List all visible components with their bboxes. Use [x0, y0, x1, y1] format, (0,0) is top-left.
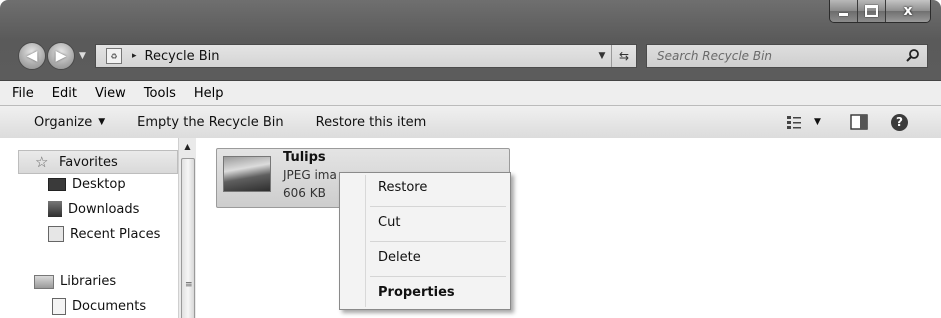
- preview-pane-icon: [850, 114, 868, 130]
- context-menu-properties[interactable]: Properties: [378, 285, 455, 300]
- documents-icon: [52, 298, 66, 315]
- context-menu-separator: [370, 206, 506, 207]
- desktop-icon: [48, 178, 66, 191]
- file-type: JPEG ima: [283, 168, 337, 182]
- star-icon: ☆: [35, 153, 49, 171]
- explorer-window: x ◀ ▶ ▼ ♻ ▸ Recycle Bin ▼ ⇆ File Edit Vi…: [0, 0, 941, 318]
- nav-item-downloads[interactable]: Downloads: [48, 201, 139, 217]
- context-menu-separator: [370, 241, 506, 242]
- organize-label: Organize: [34, 114, 93, 130]
- close-icon: x: [903, 3, 913, 19]
- nav-item-documents[interactable]: Documents: [52, 298, 146, 315]
- empty-recycle-bin-button[interactable]: Empty the Recycle Bin: [121, 115, 299, 130]
- menu-edit[interactable]: Edit: [43, 86, 86, 101]
- change-view-button[interactable]: ▼: [786, 113, 821, 131]
- close-button[interactable]: x: [886, 0, 930, 22]
- nav-pane-scrollbar[interactable]: ▲ ≡: [178, 138, 197, 318]
- views-icon: [787, 116, 801, 129]
- minimize-button[interactable]: [830, 0, 858, 22]
- back-button[interactable]: ◀: [18, 42, 46, 70]
- maximize-icon: [865, 5, 878, 17]
- address-bar[interactable]: ♻ ▸ Recycle Bin ▼ ⇆: [95, 44, 637, 68]
- nav-item-desktop[interactable]: Desktop: [48, 177, 126, 192]
- navigation-pane: ☆ Favorites Desktop Downloads Recent Pla…: [18, 138, 178, 318]
- preview-pane-button[interactable]: [850, 113, 868, 131]
- nav-label-desktop: Desktop: [72, 177, 126, 192]
- nav-item-recent-places[interactable]: Recent Places: [48, 226, 160, 242]
- nav-label-libraries: Libraries: [60, 274, 117, 289]
- nav-label-favorites: Favorites: [59, 154, 118, 170]
- nav-item-libraries[interactable]: Libraries: [34, 274, 116, 289]
- nav-label-recent-places: Recent Places: [70, 226, 161, 242]
- tulips-thumbnail: [223, 156, 271, 192]
- breadcrumb-recycle-bin[interactable]: Recycle Bin: [145, 49, 220, 64]
- file-size: 606 KB: [283, 186, 326, 200]
- empty-recycle-bin-label: Empty the Recycle Bin: [137, 114, 284, 130]
- refresh-icon: ⇆: [618, 49, 630, 63]
- help-icon: ?: [891, 113, 908, 131]
- chevron-down-icon: ▼: [814, 117, 821, 127]
- grip-icon: ≡: [185, 280, 193, 290]
- menu-view[interactable]: View: [86, 86, 135, 101]
- context-menu-gutter: [365, 175, 366, 307]
- minimize-icon: [839, 12, 848, 16]
- chevron-down-icon: ▼: [98, 117, 106, 127]
- context-menu-delete[interactable]: Delete: [378, 250, 421, 265]
- search-input[interactable]: [655, 48, 899, 64]
- search-box[interactable]: [646, 44, 928, 68]
- menu-help[interactable]: Help: [185, 86, 233, 101]
- nav-label-downloads: Downloads: [68, 201, 140, 217]
- context-menu: Restore Cut Delete Properties: [339, 172, 511, 310]
- navigation-row: ◀ ▶ ▼ ♻ ▸ Recycle Bin ▼ ⇆: [0, 38, 941, 72]
- maximize-button[interactable]: [858, 0, 886, 22]
- organize-button[interactable]: Organize ▼: [0, 115, 121, 130]
- scroll-up-arrow-icon[interactable]: ▲: [179, 138, 196, 154]
- caption-buttons: x: [829, 0, 931, 23]
- menu-file[interactable]: File: [0, 86, 43, 101]
- recent-places-icon: [48, 226, 64, 242]
- libraries-icon: [34, 274, 54, 289]
- help-button[interactable]: ?: [891, 113, 908, 131]
- restore-item-label: Restore this item: [315, 114, 427, 130]
- forward-button[interactable]: ▶: [47, 42, 75, 70]
- search-icon[interactable]: [905, 48, 921, 64]
- context-menu-cut[interactable]: Cut: [378, 215, 400, 230]
- nav-item-favorites[interactable]: ☆ Favorites: [18, 150, 178, 174]
- forward-arrow-icon: ▶: [55, 48, 67, 64]
- address-dropdown-button[interactable]: ▼: [594, 45, 610, 67]
- restore-item-button[interactable]: Restore this item: [300, 115, 443, 130]
- breadcrumb-separator[interactable]: ▸: [132, 51, 137, 61]
- command-bar: Organize ▼ Empty the Recycle Bin Restore…: [0, 105, 941, 139]
- menu-bar: File Edit View Tools Help: [0, 80, 941, 105]
- recycle-bin-icon: ♻: [106, 48, 122, 64]
- recent-pages-dropdown[interactable]: ▼: [79, 51, 86, 61]
- chevron-down-icon: ▼: [598, 51, 606, 61]
- menu-tools[interactable]: Tools: [135, 86, 185, 101]
- file-name: Tulips: [283, 150, 326, 165]
- context-menu-separator: [370, 276, 506, 277]
- nav-label-documents: Documents: [72, 299, 147, 314]
- scrollbar-thumb[interactable]: ≡: [181, 158, 195, 318]
- downloads-icon: [48, 201, 62, 217]
- file-list-pane: Tulips JPEG ima 606 KB: [196, 138, 941, 318]
- refresh-button[interactable]: ⇆: [611, 45, 636, 67]
- back-arrow-icon: ◀: [26, 48, 38, 64]
- context-menu-restore[interactable]: Restore: [378, 180, 427, 195]
